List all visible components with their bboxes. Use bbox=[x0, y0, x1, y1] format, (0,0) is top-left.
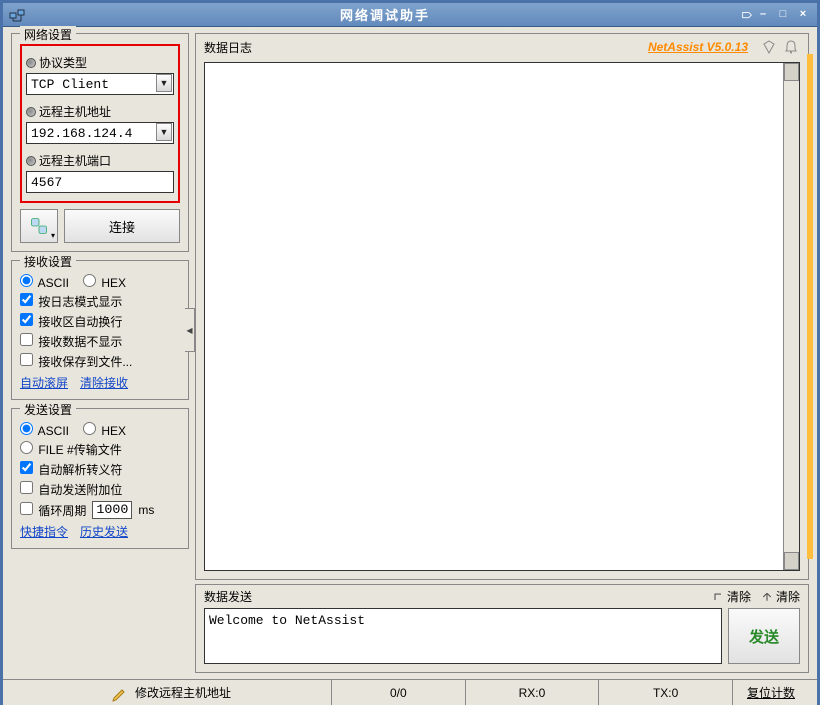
remote-host-label: 远程主机地址 bbox=[26, 103, 174, 120]
recv-nodisplay-checkbox[interactable]: 接收数据不显示 bbox=[20, 333, 122, 350]
status-message: 修改远程主机地址 bbox=[135, 684, 231, 701]
remote-port-label: 远程主机端口 bbox=[26, 152, 174, 169]
connect-button[interactable]: 连接 bbox=[64, 209, 180, 243]
titlebar: 网络调试助手 – □ × bbox=[3, 3, 817, 27]
recv-settings-group: 接收设置 ASCII HEX 按日志模式显示 接收区自动换行 接收数据不显示 接… bbox=[11, 260, 189, 400]
reset-counter-link[interactable]: 复位计数 bbox=[732, 680, 809, 705]
recv-settings-title: 接收设置 bbox=[20, 253, 76, 270]
pin-icon[interactable] bbox=[739, 8, 755, 22]
protocol-select[interactable] bbox=[26, 73, 174, 95]
data-send-label: 数据发送 bbox=[204, 588, 252, 605]
recv-hex-radio[interactable]: HEX bbox=[83, 274, 126, 290]
send-hex-radio[interactable]: HEX bbox=[83, 422, 126, 438]
status-icon bbox=[111, 684, 129, 702]
app-icon bbox=[9, 7, 25, 23]
history-send-link[interactable]: 历史发送 bbox=[80, 523, 128, 540]
send-autoparse-checkbox[interactable]: 自动解析转义符 bbox=[20, 461, 122, 478]
version-link[interactable]: NetAssist V5.0.13 bbox=[648, 40, 748, 54]
log-scrollbar[interactable] bbox=[783, 63, 799, 570]
recv-savefile-checkbox[interactable]: 接收保存到文件... bbox=[20, 353, 132, 370]
collapse-handle[interactable]: ◀ bbox=[185, 308, 195, 352]
status-frames: 0/0 bbox=[331, 680, 465, 705]
loop-interval-input[interactable] bbox=[92, 501, 132, 519]
close-button[interactable]: × bbox=[795, 8, 811, 22]
send-loop-checkbox[interactable]: 循环周期 bbox=[20, 502, 86, 519]
autoscroll-link[interactable]: 自动滚屏 bbox=[20, 374, 68, 391]
diamond-icon[interactable] bbox=[760, 38, 778, 56]
window-title: 网络调试助手 bbox=[31, 5, 739, 24]
protocol-label: 协议类型 bbox=[26, 54, 174, 71]
loop-unit-label: ms bbox=[138, 503, 154, 517]
minimize-button[interactable]: – bbox=[755, 8, 771, 22]
send-button[interactable]: 发送 bbox=[728, 608, 800, 664]
bell-icon[interactable] bbox=[782, 38, 800, 56]
send-file-radio[interactable]: FILE #传输文件 bbox=[20, 441, 122, 458]
remote-port-input[interactable] bbox=[26, 171, 174, 193]
recv-ascii-radio[interactable]: ASCII bbox=[20, 274, 69, 290]
send-autoappend-checkbox[interactable]: 自动发送附加位 bbox=[20, 481, 122, 498]
send-settings-title: 发送设置 bbox=[20, 401, 76, 418]
connection-icon-button[interactable]: ▾ bbox=[20, 209, 58, 243]
quick-cmd-link[interactable]: 快捷指令 bbox=[20, 523, 68, 540]
data-log-panel: 数据日志 NetAssist V5.0.13 bbox=[195, 33, 809, 580]
network-settings-group: 网络设置 协议类型 ▼ 远程主机地址 ▼ 远程主机端口 bbox=[11, 33, 189, 252]
clear-recv-link[interactable]: 清除接收 bbox=[80, 374, 128, 391]
right-resize-strip[interactable] bbox=[807, 54, 813, 559]
status-tx: TX:0 bbox=[598, 680, 732, 705]
send-ascii-radio[interactable]: ASCII bbox=[20, 422, 69, 438]
clear-send-link-1[interactable]: 清除 bbox=[712, 588, 751, 605]
recv-autowrap-checkbox[interactable]: 接收区自动换行 bbox=[20, 313, 122, 330]
send-settings-group: 发送设置 ASCII HEX FILE #传输文件 自动解析转义符 自动发送附加… bbox=[11, 408, 189, 549]
status-rx: RX:0 bbox=[465, 680, 599, 705]
statusbar: 修改远程主机地址 0/0 RX:0 TX:0 复位计数 bbox=[3, 679, 817, 705]
network-settings-title: 网络设置 bbox=[20, 26, 76, 43]
data-send-panel: 数据发送 清除 清除 Welcome to NetAssist 发送 bbox=[195, 584, 809, 673]
maximize-button[interactable]: □ bbox=[775, 8, 791, 22]
send-textarea[interactable]: Welcome to NetAssist bbox=[204, 608, 722, 664]
highlighted-connection-fields: 协议类型 ▼ 远程主机地址 ▼ 远程主机端口 bbox=[20, 44, 180, 203]
log-textarea[interactable] bbox=[204, 62, 800, 571]
remote-host-input[interactable] bbox=[26, 122, 174, 144]
recv-logmode-checkbox[interactable]: 按日志模式显示 bbox=[20, 293, 122, 310]
clear-send-link-2[interactable]: 清除 bbox=[761, 588, 800, 605]
data-log-label: 数据日志 bbox=[204, 39, 252, 56]
